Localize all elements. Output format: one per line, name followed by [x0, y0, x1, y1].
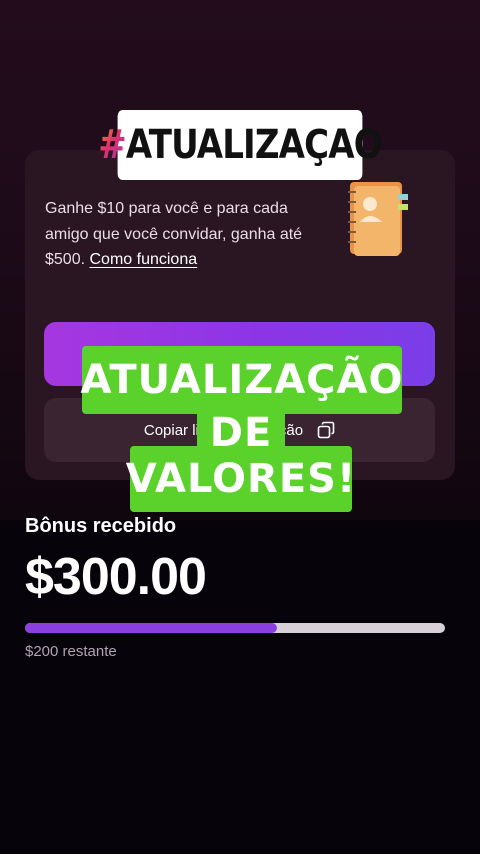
- referral-description: Ganhe $10 para você e para cada amigo qu…: [45, 200, 303, 268]
- notebook-icon: [348, 182, 408, 256]
- how-it-works-link[interactable]: Como funciona: [90, 251, 198, 268]
- update-hashtag-banner: # ATUALIZAÇAO: [98, 110, 383, 180]
- bonus-progress-fill: [25, 623, 277, 633]
- hashtag-symbol: #: [98, 122, 126, 168]
- bonus-label: Bônus recebido: [25, 515, 177, 537]
- bonus-progress-bar: [25, 623, 445, 633]
- bonus-remaining: $200 restante: [25, 643, 117, 660]
- update-hashtag-text: ATUALIZAÇAO: [125, 122, 383, 168]
- overlay-caption-line-2: DE: [197, 410, 285, 456]
- copy-icon: [317, 421, 335, 439]
- bonus-value: $300.00: [25, 548, 207, 606]
- overlay-caption-line-1: ATUALIZAÇÃO: [81, 346, 403, 414]
